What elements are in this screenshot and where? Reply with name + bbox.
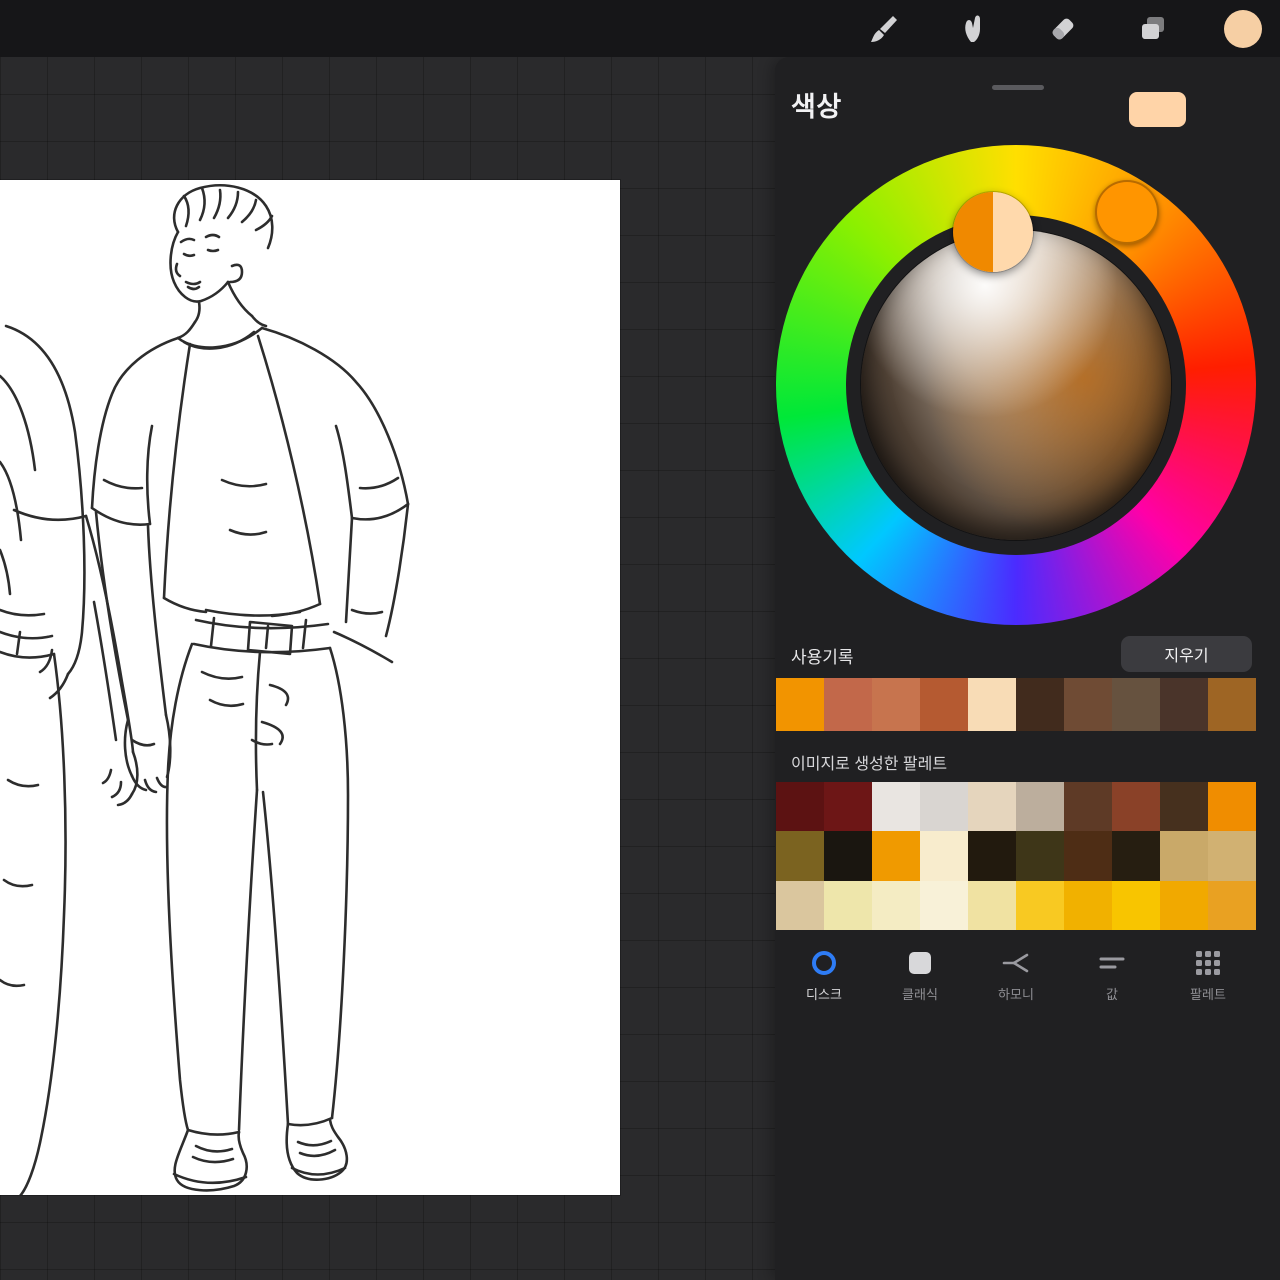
palette-swatch[interactable] — [776, 831, 824, 881]
image-palette-grid — [776, 782, 1256, 930]
clear-history-button[interactable]: 지우기 — [1121, 636, 1252, 672]
history-label: 사용기록 — [791, 648, 854, 667]
history-swatch[interactable] — [872, 678, 920, 731]
palette-swatch[interactable] — [968, 782, 1016, 832]
color-mode-tabs: 디스크 클래식 하모니 값 팔레트 — [776, 945, 1256, 1009]
eraser-icon[interactable] — [1044, 10, 1082, 48]
palette-swatch[interactable] — [824, 831, 872, 881]
panel-drag-handle[interactable] — [992, 85, 1044, 90]
palette-swatch[interactable] — [1160, 880, 1208, 930]
tab-disk[interactable]: 디스크 — [776, 945, 872, 1009]
tab-value[interactable]: 값 — [1064, 945, 1160, 1009]
history-swatch[interactable] — [1112, 678, 1160, 731]
history-swatch[interactable] — [776, 678, 824, 731]
palette-swatch[interactable] — [920, 880, 968, 930]
palette-swatch[interactable] — [824, 880, 872, 930]
layers-icon[interactable] — [1134, 10, 1172, 48]
palette-swatch[interactable] — [776, 782, 824, 832]
top-toolbar — [0, 0, 1280, 57]
palette-swatch[interactable] — [968, 831, 1016, 881]
palette-swatch[interactable] — [1208, 782, 1256, 832]
drawing-canvas[interactable] — [0, 180, 620, 1195]
palette-swatch[interactable] — [776, 880, 824, 930]
smudge-icon[interactable] — [954, 10, 992, 48]
palette-swatch[interactable] — [1064, 782, 1112, 832]
palette-swatch[interactable] — [1112, 782, 1160, 832]
color-selector[interactable] — [953, 192, 1033, 272]
history-swatch[interactable] — [1208, 678, 1256, 731]
palette-swatch[interactable] — [1064, 880, 1112, 930]
tab-palette[interactable]: 팔레트 — [1160, 945, 1256, 1009]
hue-ring[interactable] — [776, 145, 1256, 625]
history-swatch[interactable] — [1160, 678, 1208, 731]
value-icon — [1098, 949, 1126, 977]
history-swatch[interactable] — [1064, 678, 1112, 731]
palette-swatch[interactable] — [1112, 831, 1160, 881]
palette-swatch[interactable] — [920, 831, 968, 881]
palette-swatch[interactable] — [872, 782, 920, 832]
image-palette-label: 이미지로 생성한 팔레트 — [791, 756, 948, 773]
palette-swatch[interactable] — [920, 782, 968, 832]
woman-figure — [0, 324, 139, 1195]
panel-title: 색상 — [791, 92, 842, 122]
hue-selector[interactable] — [1095, 180, 1159, 244]
brush-icon[interactable] — [864, 10, 902, 48]
current-color-swatch[interactable] — [1224, 9, 1262, 48]
disk-icon — [812, 951, 836, 975]
history-swatch[interactable] — [824, 678, 872, 731]
classic-icon — [909, 952, 931, 974]
palette-swatch[interactable] — [1160, 782, 1208, 832]
saturation-brightness-disc[interactable] — [861, 230, 1171, 540]
history-swatches — [776, 678, 1256, 731]
history-swatch[interactable] — [920, 678, 968, 731]
palette-swatch[interactable] — [1208, 831, 1256, 881]
palette-swatch[interactable] — [1208, 880, 1256, 930]
history-swatch[interactable] — [968, 678, 1016, 731]
selected-color-swatch[interactable] — [1129, 92, 1186, 127]
man-figure — [90, 184, 410, 1192]
procreate-app: { "toolbar": { "icons": [ { "name": "bru… — [0, 0, 1280, 1280]
palette-swatch[interactable] — [824, 782, 872, 832]
palette-swatch[interactable] — [1016, 831, 1064, 881]
palette-icon — [1196, 951, 1220, 975]
palette-swatch[interactable] — [968, 880, 1016, 930]
tab-classic[interactable]: 클래식 — [872, 945, 968, 1009]
tab-harmony[interactable]: 하모니 — [968, 945, 1064, 1009]
palette-swatch[interactable] — [872, 880, 920, 930]
color-panel: 색상 사용기록 지우기 이미지로 생성한 팔레트 디스크 클래식 하모니 값 팔… — [775, 57, 1280, 1280]
palette-swatch[interactable] — [872, 831, 920, 881]
palette-swatch[interactable] — [1016, 782, 1064, 832]
harmony-icon — [1002, 949, 1030, 977]
palette-swatch[interactable] — [1016, 880, 1064, 930]
palette-swatch[interactable] — [1112, 880, 1160, 930]
palette-swatch[interactable] — [1160, 831, 1208, 881]
history-swatch[interactable] — [1016, 678, 1064, 731]
palette-swatch[interactable] — [1064, 831, 1112, 881]
